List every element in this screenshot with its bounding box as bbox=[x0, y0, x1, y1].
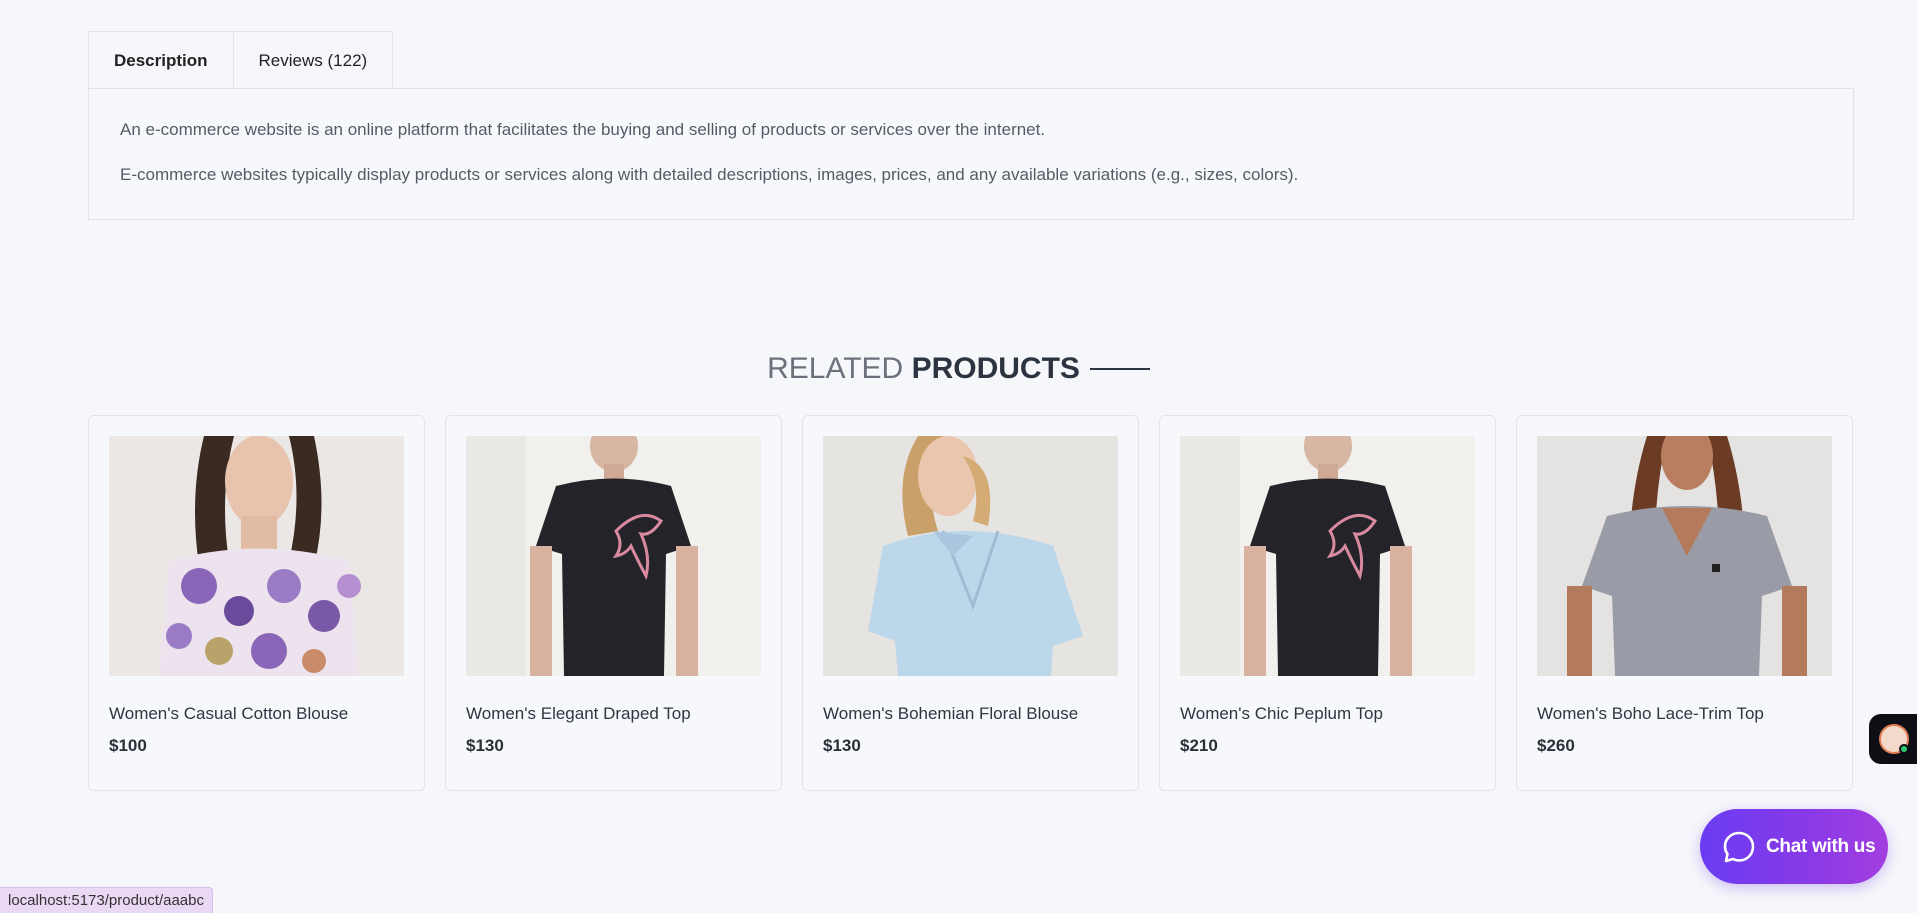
online-status-dot bbox=[1899, 744, 1909, 754]
status-bar-url: localhost:5173/product/aaabc bbox=[0, 887, 213, 913]
product-card[interactable]: Women's Boho Lace-Trim Top $260 bbox=[1516, 415, 1853, 791]
product-card[interactable]: Women's Bohemian Floral Blouse $130 bbox=[802, 415, 1139, 791]
related-products-list: Women's Casual Cotton Blouse $100 Women'… bbox=[88, 415, 1853, 791]
heading-bold-word: PRODUCTS bbox=[911, 352, 1080, 385]
chat-button-label: Chat with us bbox=[1766, 835, 1876, 857]
product-name[interactable]: Women's Bohemian Floral Blouse bbox=[823, 704, 1118, 724]
product-image[interactable] bbox=[466, 436, 761, 676]
product-price: $100 bbox=[109, 736, 147, 755]
product-price: $130 bbox=[823, 736, 861, 755]
section-title: RELATED PRODUCTS bbox=[767, 352, 1080, 386]
product-image[interactable] bbox=[1180, 436, 1475, 676]
product-price: $260 bbox=[1537, 736, 1575, 755]
product-price: $130 bbox=[466, 736, 504, 755]
heading-light-word: RELATED bbox=[767, 352, 904, 385]
description-paragraph: E-commerce websites typically display pr… bbox=[120, 165, 1299, 184]
product-name[interactable]: Women's Boho Lace-Trim Top bbox=[1537, 704, 1832, 724]
heading-divider bbox=[1089, 368, 1150, 370]
chat-with-us-button[interactable]: Chat with us bbox=[1700, 809, 1888, 884]
product-image[interactable] bbox=[1537, 436, 1832, 676]
product-name[interactable]: Women's Casual Cotton Blouse bbox=[109, 704, 404, 724]
product-card[interactable]: Women's Casual Cotton Blouse $100 bbox=[88, 415, 425, 791]
product-page: Description Reviews (122) An e-commerce … bbox=[0, 0, 1917, 913]
description-paragraph: An e-commerce website is an online platf… bbox=[120, 120, 1046, 139]
product-card[interactable]: Women's Elegant Draped Top $130 bbox=[445, 415, 782, 791]
description-panel: An e-commerce website is an online platf… bbox=[88, 88, 1854, 220]
tab-reviews[interactable]: Reviews (122) bbox=[233, 31, 394, 89]
chat-bubble-icon bbox=[1723, 831, 1755, 862]
support-avatar-widget[interactable] bbox=[1869, 714, 1917, 764]
related-products-heading: RELATED PRODUCTS bbox=[0, 352, 1917, 386]
product-name[interactable]: Women's Elegant Draped Top bbox=[466, 704, 761, 724]
tab-description[interactable]: Description bbox=[88, 31, 234, 89]
product-price: $210 bbox=[1180, 736, 1218, 755]
product-tabs: Description Reviews (122) bbox=[88, 31, 394, 89]
product-name[interactable]: Women's Chic Peplum Top bbox=[1180, 704, 1475, 724]
product-image[interactable] bbox=[823, 436, 1118, 676]
avatar[interactable] bbox=[1879, 724, 1909, 754]
product-card[interactable]: Women's Chic Peplum Top $210 bbox=[1159, 415, 1496, 791]
product-image[interactable] bbox=[109, 436, 404, 676]
